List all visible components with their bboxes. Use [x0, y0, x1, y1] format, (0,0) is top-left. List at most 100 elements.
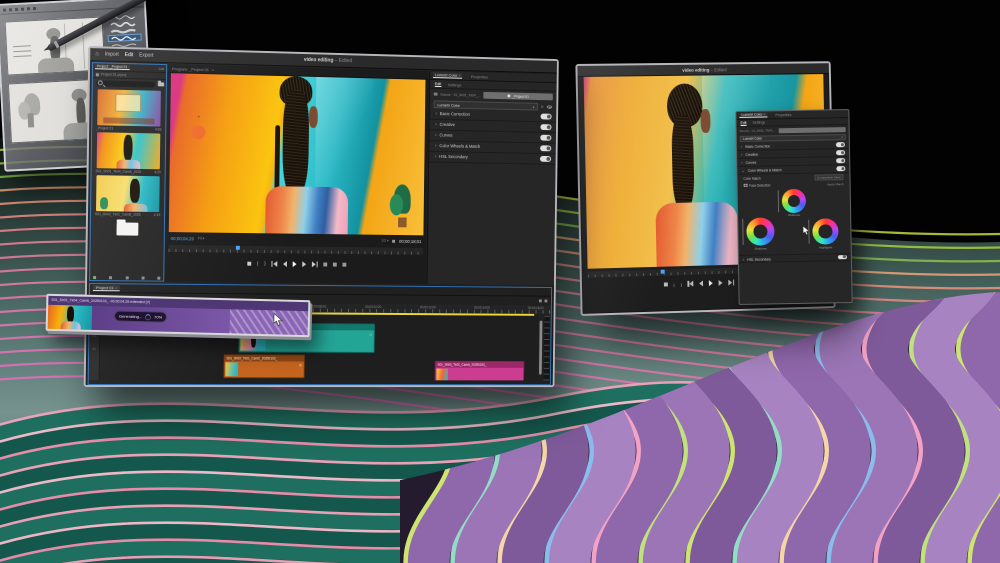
play-button[interactable]: [293, 261, 297, 267]
step-forward-button[interactable]: [302, 261, 306, 267]
program-monitor: Program: _Project 01 ×: [165, 64, 428, 284]
toggle-switch[interactable]: [836, 142, 845, 147]
menu-import[interactable]: Import: [105, 51, 119, 57]
mark-in-button[interactable]: {: [257, 261, 259, 266]
tab-lumetri-color[interactable]: Lumetri Color ×: [739, 112, 767, 117]
midtones-wheel[interactable]: [782, 189, 806, 213]
monitor-scrubber[interactable]: [168, 245, 423, 255]
project-path: Project 01.prproj: [101, 72, 126, 77]
menu-edit[interactable]: Edit: [125, 52, 134, 58]
toggle-switch[interactable]: [540, 135, 551, 141]
close-icon[interactable]: ×: [212, 67, 214, 72]
timeline-clip-v1-left[interactable]: S01_Sh02_Tk01_CamC_20250103_ fx: [223, 354, 304, 378]
folder-item[interactable]: [116, 222, 138, 237]
snap-icon[interactable]: [539, 299, 542, 302]
search-input[interactable]: [105, 80, 153, 87]
ruler-label: 00;00;14;00: [474, 306, 490, 310]
toggle-switch[interactable]: [836, 166, 845, 171]
mark-in-button[interactable]: {: [673, 282, 674, 287]
bin-icon: [96, 73, 99, 76]
clip-thumbnail: [97, 89, 161, 126]
playhead[interactable]: [660, 270, 664, 274]
mouse-cursor-icon: [802, 226, 810, 236]
chevron-down-icon: ▾: [841, 135, 843, 139]
zoom-select[interactable]: Fit ▾: [198, 236, 205, 240]
project-panel-tab[interactable]: Project: _Project 01: [95, 64, 129, 70]
comparison-view-button[interactable]: Comparison View: [814, 174, 844, 181]
mark-out-button[interactable]: }: [681, 282, 682, 287]
project-chip[interactable]: [779, 127, 846, 133]
apply-match-button[interactable]: Apply Match: [827, 182, 844, 186]
wheel-label: Midtones: [782, 213, 806, 217]
project-item[interactable]: _Project 014;03: [92, 89, 166, 132]
folder-icon[interactable]: [158, 82, 164, 86]
source-label: Source · 01_Sh01_Tk04_…: [440, 92, 481, 97]
go-to-out-button[interactable]: [312, 261, 318, 267]
toggle-switch[interactable]: [540, 145, 551, 151]
mouse-cursor-icon: [273, 313, 284, 326]
go-to-in-button[interactable]: [271, 260, 277, 266]
toggle-switch[interactable]: [541, 114, 552, 120]
timecode-current[interactable]: 00;00;04;29: [171, 236, 194, 241]
go-to-out-button[interactable]: [729, 280, 735, 286]
project-item[interactable]: S01_Sh02_Tk01_CamB_20250103_2;19: [91, 175, 165, 217]
toggle-switch[interactable]: [838, 255, 847, 260]
menu-export[interactable]: Export: [139, 52, 153, 58]
timeline-scrollbar[interactable]: [539, 321, 542, 375]
toggle-switch[interactable]: [540, 156, 551, 162]
user-icon: [508, 94, 511, 97]
subtab-settings[interactable]: Settings: [753, 120, 766, 124]
highlights-wheel[interactable]: [812, 218, 838, 244]
wheel-slider[interactable]: [778, 190, 779, 212]
fx-badge: fx: [299, 363, 302, 367]
step-back-button[interactable]: [283, 261, 287, 267]
project-panel-toolbar[interactable]: [93, 276, 160, 280]
wheel-slider[interactable]: [742, 219, 743, 245]
view-mode-list[interactable]: List: [159, 66, 164, 70]
fx-icon[interactable]: fx: [541, 105, 544, 109]
toggle-switch[interactable]: [836, 150, 845, 155]
toggle-switch[interactable]: [836, 158, 845, 163]
toggle-switch[interactable]: [540, 124, 551, 130]
resolution-select[interactable]: 1/2 ▾: [381, 239, 388, 243]
subtab-edit[interactable]: Edit: [740, 120, 746, 125]
play-button[interactable]: [709, 280, 713, 286]
add-marker-button[interactable]: [664, 282, 668, 286]
timeline-clip-v1-right[interactable]: S01_Sh03_Tk01_CamA_20250103_: [435, 361, 525, 381]
step-back-button[interactable]: [699, 280, 703, 286]
generating-badge: Generating... 70%: [114, 310, 167, 322]
tab-properties[interactable]: Properties: [467, 73, 492, 80]
generating-region-hatch: [230, 309, 309, 335]
tab-lumetri-color[interactable]: Lumetri Color ×: [433, 72, 463, 79]
lift-button[interactable]: [323, 262, 327, 266]
playhead[interactable]: [236, 246, 240, 250]
floating-generative-clip[interactable]: S01_Sh01_Tk04_CamA_20250103_ -00;00;04;2…: [46, 294, 311, 337]
eye-icon[interactable]: [547, 105, 552, 109]
settings-wrench-icon[interactable]: [392, 239, 395, 242]
item-duration: 4;29: [154, 170, 161, 174]
clip-icon: [434, 93, 438, 96]
export-frame-button[interactable]: [342, 262, 346, 266]
go-to-in-button[interactable]: [688, 281, 694, 287]
timeline-settings-icon[interactable]: [545, 299, 548, 302]
program-tab[interactable]: Program: _Project 01: [172, 66, 209, 72]
tab-properties[interactable]: Properties: [771, 111, 795, 117]
add-marker-button[interactable]: [247, 261, 251, 265]
lumetri-float-panel: Lumetri Color × Properties Edit Settings…: [735, 109, 852, 305]
premiere-window-main: video editing – Edited ⌂ Import Edit Exp…: [84, 46, 559, 387]
section-hsl-secondary[interactable]: ›HSL Secondary: [429, 152, 556, 165]
subtab-settings[interactable]: Settings: [448, 82, 462, 87]
sequence-tab[interactable]: Project 01 ×: [93, 285, 120, 291]
shadows-wheel[interactable]: [746, 217, 774, 245]
project-item[interactable]: S01_Sh01_Tk04_CamA_20250103_4;29: [92, 132, 166, 174]
step-forward-button[interactable]: [719, 280, 723, 286]
audio-meters: [543, 316, 549, 381]
project-chip[interactable]: _Project 01: [484, 92, 553, 100]
subtab-edit[interactable]: Edit: [435, 81, 442, 87]
figure-shape: [130, 179, 140, 203]
face-detection-checkbox[interactable]: [744, 184, 748, 188]
home-icon[interactable]: ⌂: [95, 51, 99, 57]
extract-button[interactable]: [333, 262, 337, 266]
mark-out-button[interactable]: }: [264, 261, 266, 266]
search-icon: [98, 80, 103, 85]
